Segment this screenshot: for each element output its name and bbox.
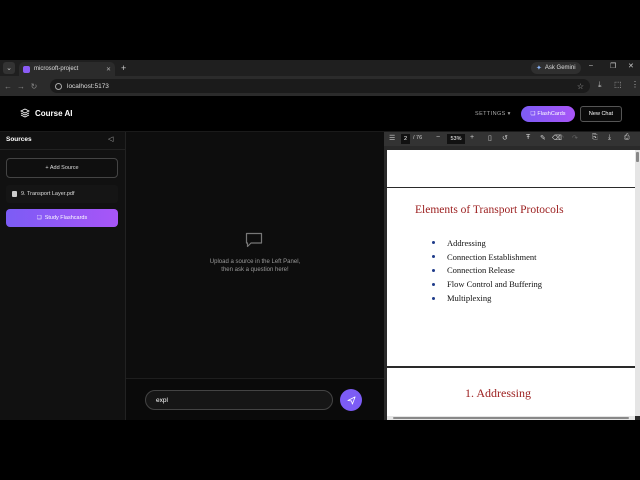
draw-icon[interactable]: ✎	[540, 134, 546, 142]
bullet-text: Addressing	[447, 237, 486, 248]
document-icon	[12, 191, 17, 197]
bullet-dot	[432, 296, 435, 300]
fit-page-icon[interactable]: ▯	[488, 134, 492, 142]
study-flashcards-button[interactable]: ❏ Study Flashcards	[6, 209, 118, 227]
chat-input[interactable]	[145, 390, 333, 410]
zoom-level[interactable]: 53%	[447, 134, 465, 144]
page-number-input[interactable]: 2	[401, 134, 410, 144]
chat-panel: Upload a source in the Left Panel, then …	[126, 132, 384, 420]
cards-icon: ❏	[36, 215, 42, 221]
minimize-button[interactable]: –	[589, 62, 593, 69]
letterbox-top	[0, 0, 640, 60]
bullet-item: Connection Establishment	[432, 250, 542, 264]
bullet-item: Flow Control and Buffering	[432, 277, 542, 291]
bullet-text: Flow Control and Buffering	[447, 279, 542, 290]
course-ai-app: Course AI SETTINGS ▾ ❏ FlashCards New Ch…	[0, 96, 640, 420]
page-count: / 76	[413, 135, 423, 141]
app-title: Course AI	[35, 109, 73, 118]
address-toolbar: ← → ↻ localhost:5173 ☆	[0, 76, 640, 96]
ask-gemini-label: Ask Gemini	[544, 65, 576, 71]
chat-empty-message: Upload a source in the Left Panel, then …	[166, 258, 344, 274]
chat-empty-line-2: then ask a question here!	[221, 267, 289, 273]
pdf-toolbar: ☰ 2 / 76 − 53% + ▯ ↺ Ŧ ✎ ⌫ ↶ ↷ ⎘ ⤓ ⎙	[384, 132, 640, 146]
bookmark-star-icon[interactable]: ☆	[577, 82, 584, 91]
url-text: localhost:5173	[67, 82, 109, 90]
undo-icon[interactable]: ↶	[558, 134, 564, 142]
bullet-text: Connection Establishment	[447, 251, 537, 262]
letterbox-bottom	[0, 420, 640, 480]
sidebar-divider	[0, 149, 126, 150]
tab-search-button[interactable]: ⌄	[3, 62, 15, 74]
ask-gemini-button[interactable]: ✦ Ask Gemini	[531, 62, 581, 74]
bullet-text: Multiplexing	[447, 293, 492, 304]
reload-icon[interactable]: ↻	[29, 82, 39, 91]
app-header: Course AI SETTINGS ▾ ❏ FlashCards New Ch…	[0, 96, 640, 132]
maximize-button[interactable]: ❐	[610, 62, 616, 70]
source-name: 9. Transport Layer.pdf	[21, 191, 75, 197]
bullet-dot	[432, 255, 435, 259]
tab-favicon-icon	[23, 65, 30, 73]
send-icon	[346, 395, 356, 405]
next-page-title: 1. Addressing	[465, 386, 531, 400]
settings-dropdown[interactable]: SETTINGS ▾	[475, 111, 511, 117]
settings-label: SETTINGS	[475, 111, 506, 117]
chat-input-area	[126, 378, 384, 420]
pdf-page-1	[387, 150, 635, 187]
study-flashcards-label: Study Flashcards	[44, 215, 88, 221]
tab-close-icon[interactable]: ✕	[106, 66, 111, 73]
flashcards-button[interactable]: ❏ FlashCards	[521, 106, 575, 122]
close-window-button[interactable]: ✕	[628, 62, 634, 70]
bullet-item: Addressing	[432, 236, 542, 250]
forward-icon[interactable]: →	[16, 82, 26, 91]
layers-logo-icon	[20, 108, 30, 118]
page-heading: Elements of Transport Protocols	[415, 204, 564, 216]
site-info-icon[interactable]	[55, 82, 62, 90]
new-tab-button[interactable]: +	[121, 63, 126, 73]
scroll-thumb[interactable]	[636, 152, 639, 162]
redo-icon[interactable]: ↷	[572, 134, 578, 142]
save-icon[interactable]: ⎘	[592, 134, 598, 142]
browser-menu-icon[interactable]: ⋮	[631, 80, 639, 89]
url-bar[interactable]: localhost:5173 ☆	[50, 79, 590, 93]
pdf-page-3: 1. Addressing	[387, 368, 635, 416]
bullet-text: Connection Release	[447, 265, 515, 276]
chat-empty-line-1: Upload a source in the Left Panel,	[209, 259, 301, 265]
pdf-page-2: Elements of Transport Protocols Addressi…	[387, 188, 635, 366]
back-icon[interactable]: ←	[3, 82, 13, 91]
print-icon[interactable]: ⎙	[624, 134, 630, 142]
source-item[interactable]: 9. Transport Layer.pdf	[6, 185, 118, 203]
outline-menu-icon[interactable]: ☰	[389, 134, 395, 142]
rotate-icon[interactable]: ↺	[502, 134, 508, 142]
bullet-dot	[432, 268, 435, 272]
sidebar-title: Sources	[6, 136, 32, 143]
tab-title: microsoft-project	[34, 66, 79, 72]
bullet-dot	[432, 282, 435, 286]
pdf-viewer: ☰ 2 / 76 − 53% + ▯ ↺ Ŧ ✎ ⌫ ↶ ↷ ⎘ ⤓ ⎙ Ele…	[384, 132, 640, 420]
browser-tab[interactable]: microsoft-project ✕	[19, 62, 115, 76]
zoom-out-icon[interactable]: −	[436, 134, 440, 141]
download-pdf-icon[interactable]: ⤓	[608, 134, 611, 142]
bullet-list: Addressing Connection Establishment Conn…	[432, 236, 542, 305]
text-annotate-icon[interactable]: Ŧ	[526, 134, 530, 141]
extensions-icon[interactable]: ⬚	[614, 80, 622, 89]
bullet-item: Connection Release	[432, 264, 542, 278]
cards-icon: ❏	[530, 111, 536, 117]
pdf-vertical-scrollbar[interactable]	[635, 150, 640, 416]
new-chat-button[interactable]: New Chat	[580, 106, 622, 122]
sources-sidebar: Sources ◁ + Add Source 9. Transport Laye…	[0, 132, 126, 420]
flashcards-label: FlashCards	[537, 111, 566, 117]
download-icon[interactable]: ⤓	[598, 80, 602, 90]
bullet-dot	[432, 241, 435, 245]
gemini-icon: ✦	[536, 65, 542, 72]
chat-bubble-icon	[245, 232, 263, 248]
chevron-down-icon: ▾	[507, 111, 511, 117]
bullet-item: Multiplexing	[432, 291, 542, 305]
zoom-in-icon[interactable]: +	[470, 134, 474, 141]
send-button[interactable]	[340, 389, 362, 411]
add-source-button[interactable]: + Add Source	[6, 158, 118, 178]
scroll-thumb[interactable]	[393, 417, 629, 419]
collapse-sidebar-icon[interactable]: ◁	[108, 135, 113, 143]
